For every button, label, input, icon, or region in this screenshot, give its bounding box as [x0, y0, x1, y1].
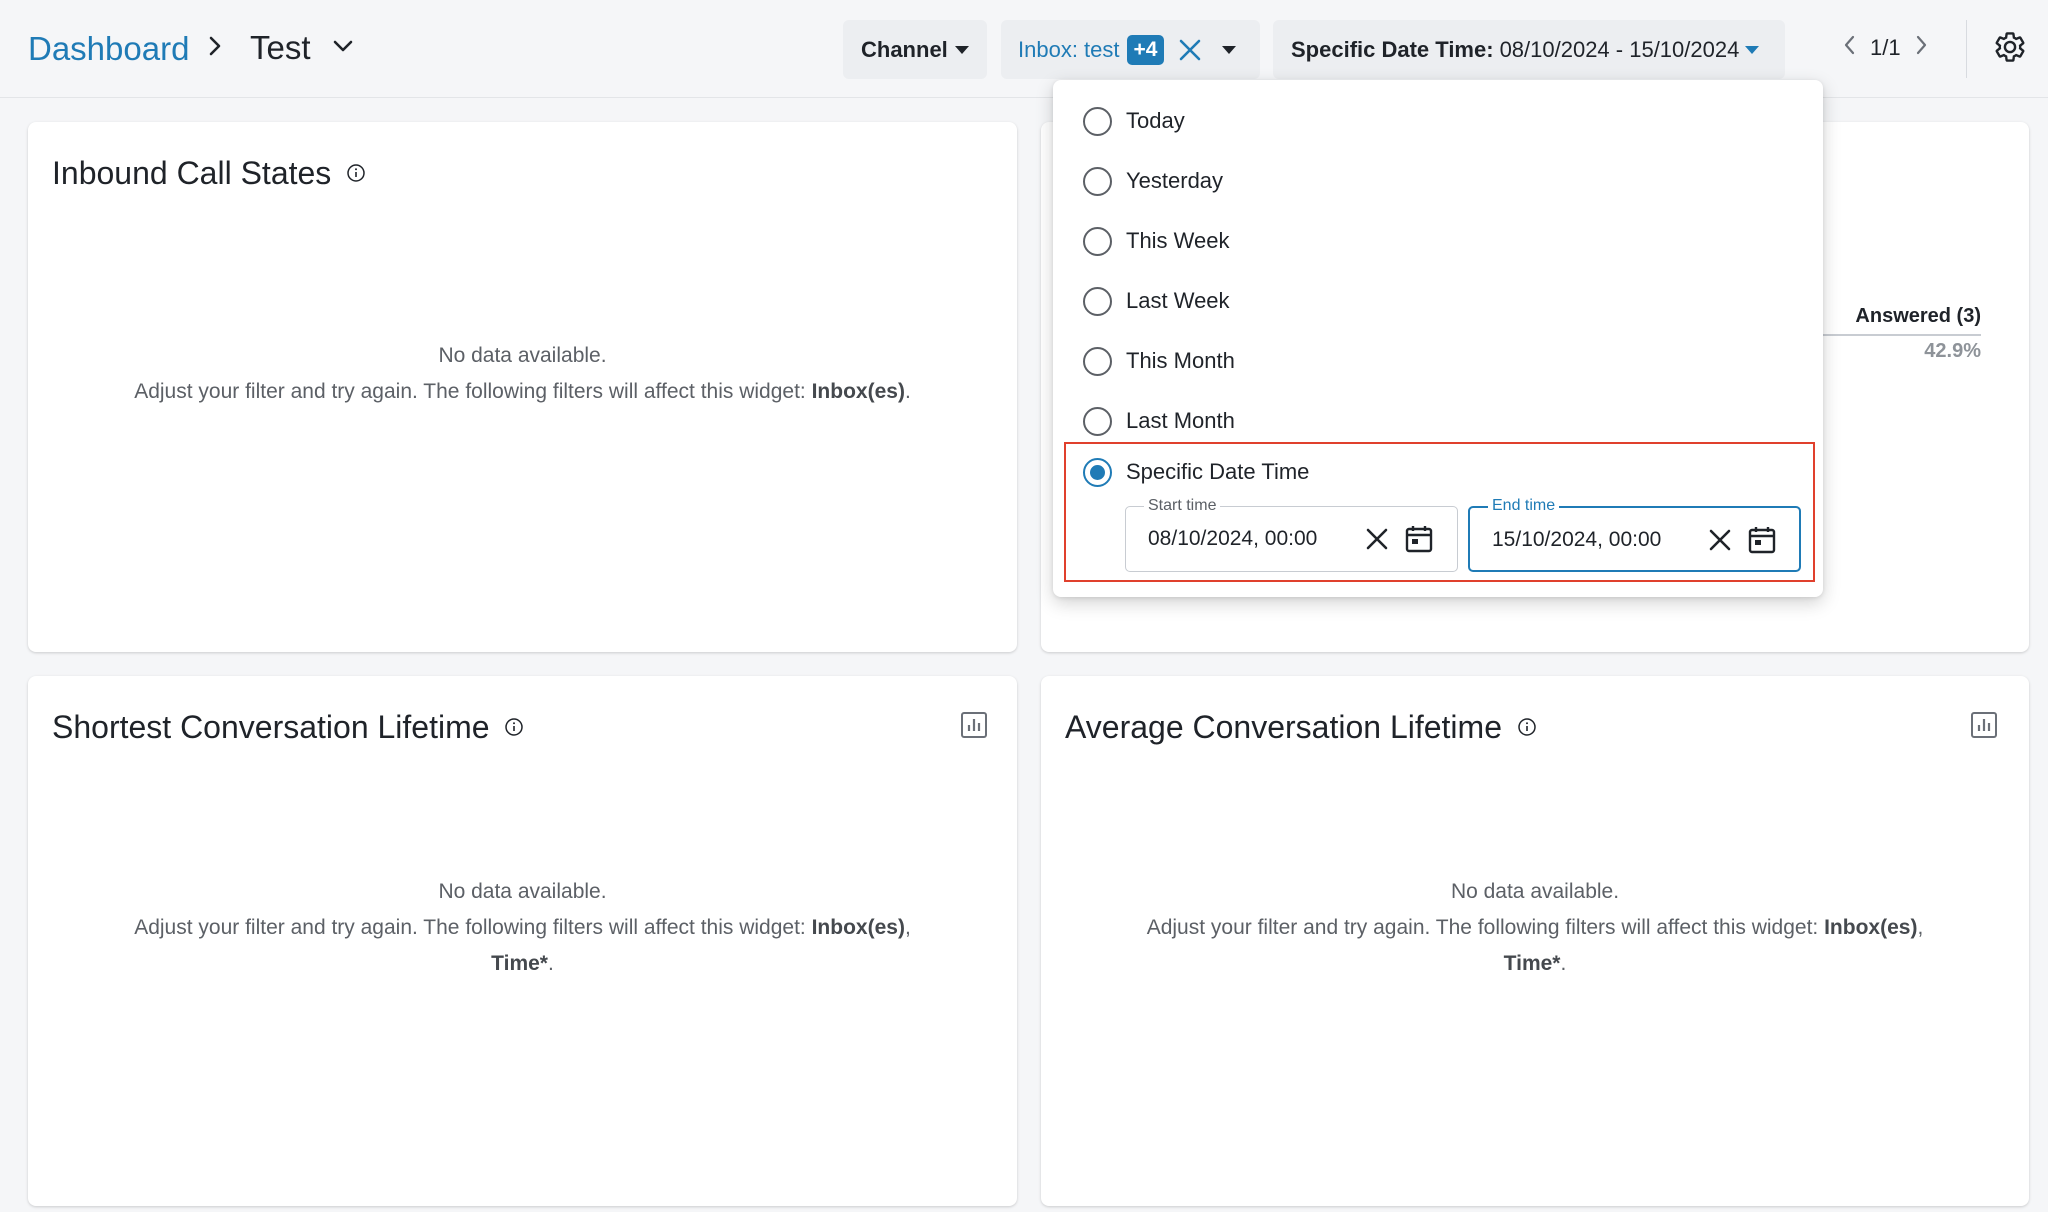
channel-filter[interactable]: Channel: [843, 20, 987, 79]
affected-filter: Inbox(es): [1824, 916, 1918, 939]
empty-state-message: Adjust your filter and try again. The fo…: [28, 910, 1017, 946]
inbox-filter[interactable]: Inbox: test +4: [1001, 20, 1260, 79]
date-option-label: Specific Date Time: [1126, 459, 1310, 484]
date-option-last-month[interactable]: Last Month: [1083, 404, 1235, 438]
divider: [1966, 20, 1967, 78]
bar-chart-icon[interactable]: [960, 711, 988, 744]
date-filter[interactable]: Specific Date Time: 08/10/2024 - 15/10/2…: [1273, 20, 1785, 79]
filter-separator: ,: [1917, 916, 1924, 939]
start-time-label: Start time: [1144, 497, 1221, 515]
caret-down-icon: [1745, 46, 1759, 54]
legend-answered-label: Answered (3): [1855, 305, 1981, 327]
date-option-label: This Week: [1126, 228, 1230, 253]
widget-title: Shortest Conversation Lifetime: [52, 709, 524, 748]
widget-title-text: Shortest Conversation Lifetime: [52, 709, 490, 745]
empty-state-message: Adjust your filter and try again. The fo…: [1041, 910, 2029, 946]
chevron-right-icon: [205, 34, 225, 63]
date-option-label: Last Month: [1126, 408, 1235, 433]
channel-filter-label: Channel: [861, 36, 948, 62]
empty-state-suffix: .: [547, 952, 554, 975]
widget-title-text: Inbound Call States: [52, 155, 332, 191]
date-option-label: Today: [1126, 108, 1185, 133]
legend-answered-percent: 42.9%: [1924, 340, 1981, 362]
inbound-call-states-widget: Inbound Call States No data available. A…: [28, 122, 1017, 652]
empty-state-message-cont: Time*.: [1041, 946, 2029, 982]
date-option-label: Last Week: [1126, 288, 1230, 313]
inbox-count-badge: +4: [1126, 34, 1165, 65]
date-option-last-week[interactable]: Last Week: [1083, 284, 1230, 318]
radio-button[interactable]: [1083, 406, 1112, 436]
empty-state-message: Adjust your filter and try again. The fo…: [28, 374, 1017, 410]
radio-button[interactable]: [1083, 286, 1112, 316]
clear-icon[interactable]: [1707, 527, 1733, 558]
start-time-field[interactable]: Start time 08/10/2024, 00:00: [1125, 497, 1458, 572]
start-time-value[interactable]: 08/10/2024, 00:00: [1148, 527, 1317, 551]
inbox-filter-label: Inbox: test: [1018, 36, 1120, 62]
page-pagination: 1/1: [1842, 34, 1929, 62]
radio-button[interactable]: [1083, 346, 1112, 376]
widget-title-text: Average Conversation Lifetime: [1065, 709, 1502, 745]
radio-button[interactable]: [1083, 166, 1112, 196]
bar-chart-icon[interactable]: [1970, 711, 1998, 744]
empty-state-suffix: .: [1560, 952, 1567, 975]
next-page-icon[interactable]: [1915, 34, 1929, 62]
empty-state-text: Adjust your filter and try again. The fo…: [134, 916, 806, 939]
end-time-field[interactable]: End time 15/10/2024, 00:00: [1468, 497, 1801, 572]
info-icon[interactable]: [346, 154, 366, 191]
empty-state-title: No data available.: [438, 344, 607, 367]
date-option-label: This Month: [1126, 348, 1235, 373]
clear-icon[interactable]: [1364, 526, 1390, 557]
radio-button[interactable]: [1083, 106, 1112, 136]
empty-state: No data available. Adjust your filter an…: [28, 338, 1017, 410]
calendar-icon[interactable]: [1747, 525, 1777, 560]
chevron-down-icon[interactable]: [332, 38, 354, 59]
affected-filter: Time*: [491, 952, 548, 975]
radio-button-selected[interactable]: [1083, 457, 1112, 487]
empty-state: No data available. Adjust your filter an…: [28, 874, 1017, 982]
date-filter-value: 08/10/2024 - 15/10/2024: [1499, 36, 1740, 62]
filter-separator: ,: [904, 916, 911, 939]
page-indicator: 1/1: [1870, 35, 1901, 60]
end-time-value[interactable]: 15/10/2024, 00:00: [1492, 528, 1661, 552]
breadcrumb-dashboard-link[interactable]: Dashboard: [28, 30, 189, 68]
clear-inbox-icon[interactable]: [1178, 38, 1202, 68]
empty-state-title: No data available.: [438, 880, 607, 903]
empty-state-suffix: .: [904, 380, 911, 403]
empty-state-text: Adjust your filter and try again. The fo…: [1146, 916, 1819, 939]
date-option-label: Yesterday: [1126, 168, 1224, 193]
info-icon[interactable]: [1517, 708, 1537, 745]
widget-title: Average Conversation Lifetime: [1065, 709, 1537, 748]
caret-down-icon: [955, 46, 969, 54]
empty-state: No data available. Adjust your filter an…: [1041, 874, 2029, 982]
empty-state-message-cont: Time*.: [28, 946, 1017, 982]
affected-filter: Time*: [1503, 952, 1561, 975]
average-conversation-lifetime-widget: Average Conversation Lifetime No data av…: [1041, 676, 2029, 1206]
empty-state-title: No data available.: [1450, 880, 1620, 903]
info-icon[interactable]: [504, 708, 524, 745]
date-option-this-month[interactable]: This Month: [1083, 344, 1235, 378]
empty-state-text: Adjust your filter and try again. The fo…: [134, 380, 806, 403]
date-range-menu: Today Yesterday This Week Last Week This…: [1053, 80, 1823, 597]
calendar-icon[interactable]: [1404, 524, 1434, 559]
shortest-conversation-lifetime-widget: Shortest Conversation Lifetime No data a…: [28, 676, 1017, 1206]
date-option-this-week[interactable]: This Week: [1083, 224, 1230, 258]
caret-down-icon[interactable]: [1222, 46, 1236, 54]
breadcrumb-current: Test: [250, 29, 311, 66]
gear-icon[interactable]: [1993, 30, 2027, 69]
affected-filter: Inbox(es): [811, 916, 905, 939]
end-time-label: End time: [1488, 497, 1560, 515]
date-option-specific-date-time[interactable]: Specific Date Time: [1083, 455, 1309, 489]
widget-title: Inbound Call States: [52, 155, 366, 194]
date-option-today[interactable]: Today: [1083, 104, 1185, 138]
prev-page-icon[interactable]: [1842, 34, 1856, 62]
date-filter-label: Specific Date Time:: [1291, 36, 1494, 62]
affected-filter: Inbox(es): [811, 380, 905, 403]
radio-button[interactable]: [1083, 226, 1112, 256]
date-option-yesterday[interactable]: Yesterday: [1083, 164, 1223, 198]
